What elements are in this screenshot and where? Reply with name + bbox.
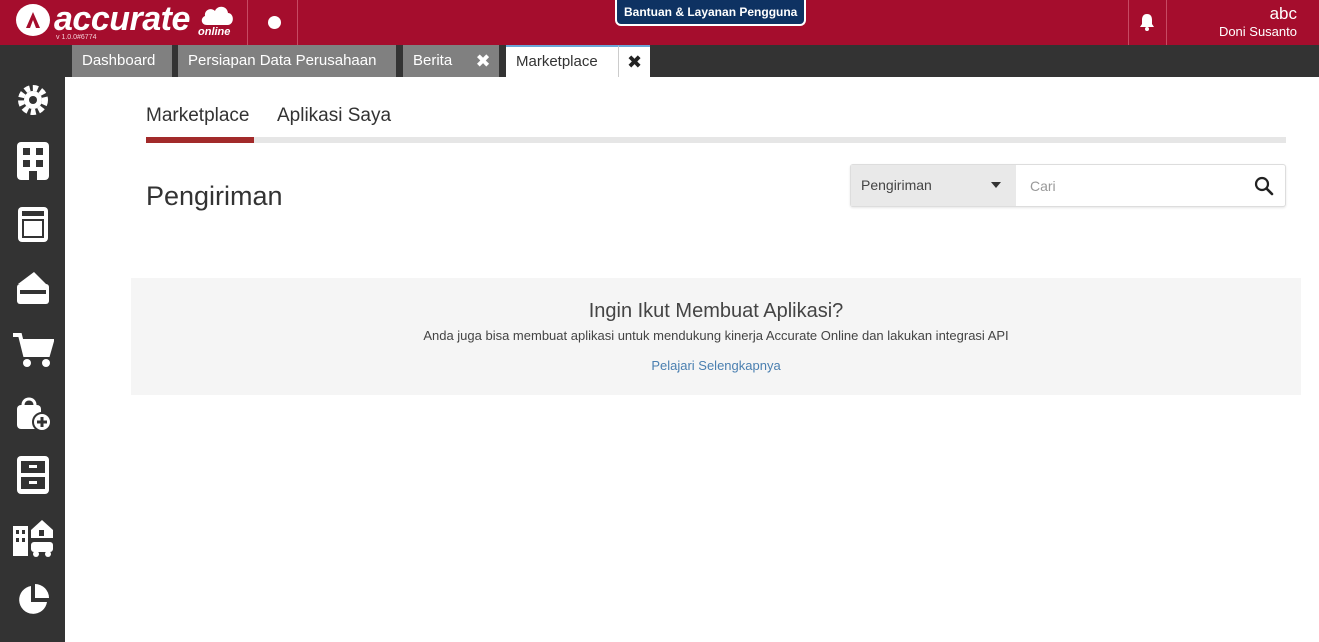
shopping-cart-icon[interactable]	[12, 329, 54, 371]
divider	[1128, 0, 1129, 45]
page-tab-underline	[146, 137, 1286, 143]
page-tab-marketplace[interactable]: Marketplace	[146, 105, 250, 127]
user-company[interactable]: abc	[1270, 4, 1297, 24]
search-filter-group: Pengiriman	[850, 164, 1286, 207]
chevron-down-icon[interactable]	[991, 182, 1001, 188]
search-input[interactable]	[1018, 165, 1243, 206]
tab-berita[interactable]: Berita	[403, 45, 467, 77]
assets-building-car-icon[interactable]	[12, 517, 54, 559]
banner-title: Ingin Ikut Membuat Aplikasi?	[588, 300, 844, 322]
page-title: Pengiriman	[146, 181, 283, 211]
shopping-bag-add-icon[interactable]	[12, 392, 54, 434]
help-support-button[interactable]: Bantuan & Layanan Pengguna	[615, 0, 807, 26]
payment-card-icon[interactable]	[12, 266, 54, 308]
sidebar	[0, 77, 65, 642]
tab-dashboard[interactable]: Dashboard	[72, 45, 172, 77]
cloud-icon	[201, 6, 233, 26]
developer-banner: Ingin Ikut Membuat Aplikasi? Anda juga b…	[131, 278, 1301, 395]
search-icon[interactable]	[1254, 176, 1274, 196]
page-tab-active-indicator	[146, 137, 254, 143]
divider	[1166, 0, 1167, 45]
ledger-book-icon[interactable]	[12, 203, 54, 245]
tab-marketplace[interactable]: Marketplace	[506, 45, 618, 77]
bell-icon[interactable]	[1137, 12, 1157, 32]
tab-bar: Dashboard Persiapan Data Perusahaan Beri…	[0, 45, 1319, 77]
pie-chart-icon[interactable]	[12, 579, 54, 621]
top-bar: accurate online v 1.0.0#6774 Bantuan & L…	[0, 0, 1319, 45]
page-tab-aplikasi-saya[interactable]: Aplikasi Saya	[277, 105, 391, 127]
tab-close-icon[interactable]: ✖	[467, 45, 499, 77]
divider	[297, 0, 298, 45]
tab-persiapan-data[interactable]: Persiapan Data Perusahaan	[178, 45, 396, 77]
status-dot-icon[interactable]	[268, 16, 281, 29]
logo-sub-text: online	[198, 26, 231, 38]
logo-icon[interactable]	[16, 4, 50, 36]
archive-cabinet-icon[interactable]	[12, 454, 54, 496]
tab-close-icon[interactable]: ✖	[618, 45, 650, 77]
company-building-icon[interactable]	[12, 140, 54, 182]
main-content: Marketplace Aplikasi Saya Pengiriman Pen…	[65, 77, 1319, 642]
learn-more-link[interactable]: Pelajari Selengkapnya	[131, 358, 1301, 373]
banner-description: Anda juga bisa membuat aplikasi untuk me…	[423, 328, 1009, 343]
settings-gear-icon[interactable]	[12, 79, 54, 121]
version-label: v 1.0.0#6774	[56, 34, 97, 41]
user-name[interactable]: Doni Susanto	[1219, 24, 1297, 39]
divider	[247, 0, 248, 45]
